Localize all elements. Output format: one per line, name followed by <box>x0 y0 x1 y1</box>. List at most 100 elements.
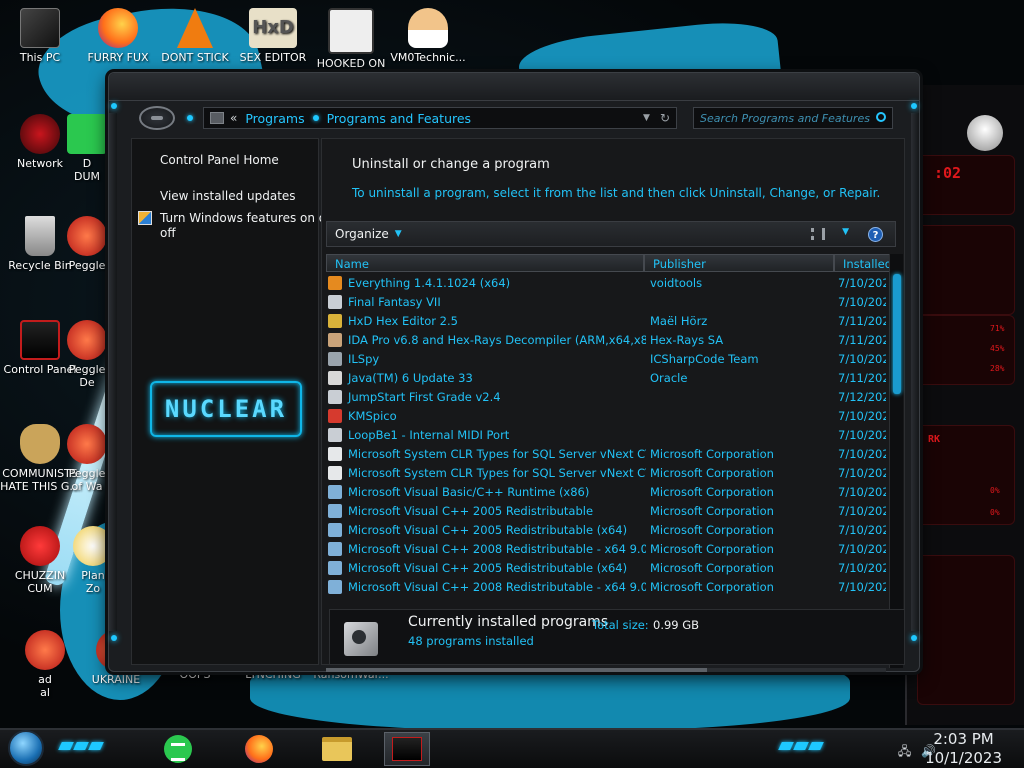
program-row[interactable]: IDA Pro v6.8 and Hex-Rays Decompiler (AR… <box>326 330 886 349</box>
program-row[interactable]: Microsoft Visual C++ 2008 Redistributabl… <box>326 577 886 596</box>
program-row[interactable]: Java(TM) 6 Update 33 Oracle 7/11/202 <box>326 368 886 387</box>
search-icon[interactable] <box>876 112 886 122</box>
program-name-cell[interactable]: Microsoft Visual C++ 2005 Redistributabl… <box>326 560 646 575</box>
program-name-cell[interactable]: HxD Hex Editor 2.5 <box>326 313 646 328</box>
start-button[interactable] <box>8 730 44 766</box>
desktop-icon-sex-editor[interactable]: HxD SEX EDITOR <box>233 8 313 64</box>
help-icon[interactable]: ? <box>868 227 883 242</box>
program-installed-date: 7/10/202 <box>838 465 886 480</box>
program-row[interactable]: JumpStart First Grade v2.4 7/12/202 <box>326 387 886 406</box>
program-row[interactable]: Microsoft System CLR Types for SQL Serve… <box>326 463 886 482</box>
program-name-cell[interactable]: Java(TM) 6 Update 33 <box>326 370 646 385</box>
program-name-cell[interactable]: KMSpico <box>326 408 646 423</box>
breadcrumb-separator[interactable] <box>312 115 319 121</box>
address-bar[interactable]: « Programs Programs and Features ▼ ↻ <box>203 107 677 129</box>
program-row[interactable]: HxD Hex Editor 2.5 Maël Hörz 7/11/202 <box>326 311 886 330</box>
vertical-scrollbar[interactable] <box>889 254 903 668</box>
program-name-cell[interactable]: Microsoft System CLR Types for SQL Serve… <box>326 465 646 480</box>
column-header-publisher[interactable]: Publisher <box>644 254 834 272</box>
desktop-icon-chuzzin[interactable]: CHUZZIN CUM <box>0 526 80 595</box>
program-name-cell[interactable]: LoopBe1 - Internal MIDI Port <box>326 427 646 442</box>
control-panel-icon <box>20 320 60 360</box>
desktop-icon-furry-fux[interactable]: FURRY FUX <box>78 8 158 64</box>
program-icon <box>328 351 342 366</box>
taskbar-app-control-panel[interactable] <box>384 732 430 766</box>
program-row[interactable]: Microsoft Visual C++ 2008 Redistributabl… <box>326 539 886 558</box>
desktop-icon-d-dum[interactable]: D DUM <box>62 114 112 183</box>
program-row[interactable]: Microsoft Visual C++ 2005 Redistributabl… <box>326 501 886 520</box>
taskbar-app-file-explorer[interactable] <box>314 732 360 766</box>
program-row[interactable]: Microsoft Visual Basic/C++ Runtime (x86)… <box>326 482 886 501</box>
program-row[interactable]: ILSpy ICSharpCode Team 7/10/202 <box>326 349 886 368</box>
taskbar-clock[interactable]: 2:03 PM 10/1/2023 <box>925 730 1002 768</box>
organize-button[interactable]: Organize <box>335 227 389 241</box>
scrollbar-thumb[interactable] <box>326 668 707 672</box>
desktop-icon-peggle[interactable]: Peggle <box>62 216 112 272</box>
program-icon <box>328 427 342 442</box>
program-name-cell[interactable]: Microsoft Visual Basic/C++ Runtime (x86) <box>326 484 646 499</box>
program-row[interactable]: LoopBe1 - Internal MIDI Port 7/10/202 <box>326 425 886 444</box>
program-installed-date: 7/10/202 <box>838 446 886 461</box>
program-row[interactable]: Microsoft System CLR Types for SQL Serve… <box>326 444 886 463</box>
desktop-icon-hooked-on[interactable]: HOOKED ON <box>311 8 391 70</box>
program-name-cell[interactable]: JumpStart First Grade v2.4 <box>326 389 646 404</box>
program-installed-date: 7/10/202 <box>838 275 886 290</box>
program-name-cell[interactable]: ILSpy <box>326 351 646 366</box>
back-forward-button[interactable] <box>139 106 175 130</box>
program-name-cell[interactable]: Microsoft Visual C++ 2005 Redistributabl… <box>326 522 646 537</box>
view-dropdown-icon[interactable]: ▼ <box>842 227 849 237</box>
taskbar-app-firefox[interactable] <box>236 732 282 766</box>
control-panel-home-link[interactable]: Control Panel Home <box>160 153 279 168</box>
program-name: ILSpy <box>348 351 380 366</box>
windows-features-link[interactable]: Turn Windows features on or off <box>160 211 331 241</box>
view-installed-updates-link[interactable]: View installed updates <box>160 189 296 204</box>
desktop-icon-this-pc[interactable]: This PC <box>0 8 80 64</box>
widget-readout: 0% <box>990 486 1000 495</box>
column-header-installed[interactable]: Installed <box>834 254 890 272</box>
desktop-icon-peggle-wa[interactable]: Peggle of Wa <box>62 424 112 493</box>
network-icon <box>20 114 60 154</box>
program-name-cell[interactable]: Everything 1.4.1.1024 (x64) <box>326 275 646 290</box>
taskbar-app-notes[interactable] <box>155 732 201 766</box>
organize-dropdown-icon[interactable]: ▼ <box>395 229 402 239</box>
program-row[interactable]: Everything 1.4.1.1024 (x64) voidtools 7/10… <box>326 273 886 292</box>
program-icon <box>328 332 342 347</box>
chevron-down-icon[interactable]: ▼ <box>643 113 650 123</box>
horizontal-scrollbar[interactable] <box>326 665 886 675</box>
program-row[interactable]: KMSpico 7/10/202 <box>326 406 886 425</box>
program-row[interactable]: Microsoft Visual C++ 2005 Redistributabl… <box>326 520 886 539</box>
desktop-icon-vm0technic[interactable]: VM0Technic... <box>388 8 468 64</box>
window-title-bar[interactable] <box>109 73 919 101</box>
desktop-icon-ad[interactable]: ad al <box>22 630 68 699</box>
desktop-icon-dont-stick[interactable]: DONT STICK <box>155 8 235 64</box>
change-view-icon[interactable] <box>811 228 825 240</box>
program-name-cell[interactable]: Microsoft Visual C++ 2008 Redistributabl… <box>326 579 646 594</box>
breadcrumb-programs-and-features[interactable]: Programs and Features <box>327 111 471 126</box>
desktop-icon-label: CHUZZIN CUM <box>14 569 66 595</box>
desktop-icon-peggle-deluxe[interactable]: Peggle De <box>62 320 112 389</box>
desktop-icon-label: DONT STICK <box>161 51 229 64</box>
program-name-cell[interactable]: Microsoft Visual C++ 2008 Redistributabl… <box>326 541 646 556</box>
program-installed-date: 7/10/202 <box>838 351 886 366</box>
scrollbar-thumb[interactable] <box>893 274 901 394</box>
program-name-cell[interactable]: IDA Pro v6.8 and Hex-Rays Decompiler (AR… <box>326 332 646 347</box>
program-row[interactable]: Final Fantasy VII 7/10/202 <box>326 292 886 311</box>
breadcrumb-programs[interactable]: Programs <box>245 111 304 126</box>
alien-logo-icon <box>967 115 1003 151</box>
program-name-cell[interactable]: Microsoft System CLR Types for SQL Serve… <box>326 446 646 461</box>
program-name-cell[interactable]: Microsoft Visual C++ 2005 Redistributabl… <box>326 503 646 518</box>
desktop-icon-label: Peggle <box>68 259 106 272</box>
program-row[interactable]: Microsoft Visual C++ 2005 Redistributabl… <box>326 558 886 577</box>
search-input[interactable]: Search Programs and Features <box>693 107 893 129</box>
program-name-cell[interactable]: Final Fantasy VII <box>326 294 646 309</box>
column-header-name[interactable]: Name <box>326 254 644 272</box>
app-icon <box>67 114 107 154</box>
control-panel-icon <box>210 112 224 124</box>
refresh-icon[interactable]: ↻ <box>660 111 670 125</box>
frame-light <box>911 103 917 109</box>
network-icon[interactable]: 🖧 <box>898 744 911 758</box>
breadcrumb-overflow[interactable]: « <box>230 111 237 125</box>
scrollbar-track <box>326 668 886 672</box>
widget-readout: 28% <box>990 364 1005 373</box>
program-icon <box>328 465 342 480</box>
